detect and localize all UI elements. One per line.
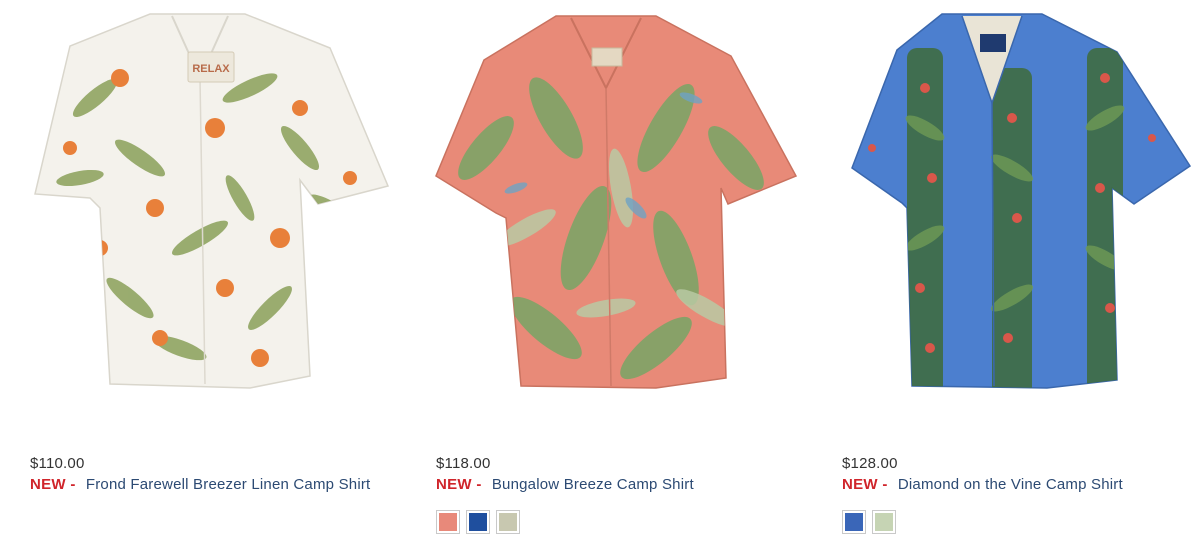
shirt-body — [435, 15, 798, 389]
product-card: $128.00 NEW - Diamond on the Vine Camp S… — [812, 0, 1200, 537]
sage-swatch[interactable] — [496, 510, 520, 534]
product-title: NEW - Diamond on the Vine Camp Shirt — [842, 475, 1200, 495]
product-price: $128.00 — [842, 455, 898, 472]
shirt-body — [851, 13, 1192, 389]
product-name-link[interactable]: Bungalow Breeze Camp Shirt — [492, 476, 694, 493]
product-card: RELAX $110.00 NEW - Frond Farewell Breez… — [0, 0, 400, 537]
color-swatches — [842, 510, 896, 534]
product-image-diamond-vine[interactable] — [812, 8, 1200, 400]
color-swatches — [436, 510, 520, 534]
product-image-frond-farewell[interactable]: RELAX — [0, 8, 400, 400]
product-title: NEW - Bungalow Breeze Camp Shirt — [436, 475, 796, 495]
relax-label: RELAX — [192, 63, 230, 75]
shirt-body: RELAX — [34, 13, 390, 389]
new-badge: NEW - — [436, 476, 482, 493]
product-name-link[interactable]: Frond Farewell Breezer Linen Camp Shirt — [86, 476, 371, 493]
product-image-bungalow-breeze[interactable] — [406, 8, 806, 400]
coral-swatch[interactable] — [436, 510, 460, 534]
new-badge: NEW - — [30, 476, 76, 493]
sage-swatch[interactable] — [872, 510, 896, 534]
product-card: $118.00 NEW - Bungalow Breeze Camp Shirt — [406, 0, 806, 537]
product-name-link[interactable]: Diamond on the Vine Camp Shirt — [898, 476, 1123, 493]
product-grid: RELAX $110.00 NEW - Frond Farewell Breez… — [0, 0, 1200, 537]
product-price: $110.00 — [30, 455, 85, 472]
blue-swatch[interactable] — [842, 510, 866, 534]
product-price: $118.00 — [436, 455, 491, 472]
product-title: NEW - Frond Farewell Breezer Linen Camp … — [30, 475, 390, 495]
new-badge: NEW - — [842, 476, 888, 493]
blue-swatch[interactable] — [466, 510, 490, 534]
